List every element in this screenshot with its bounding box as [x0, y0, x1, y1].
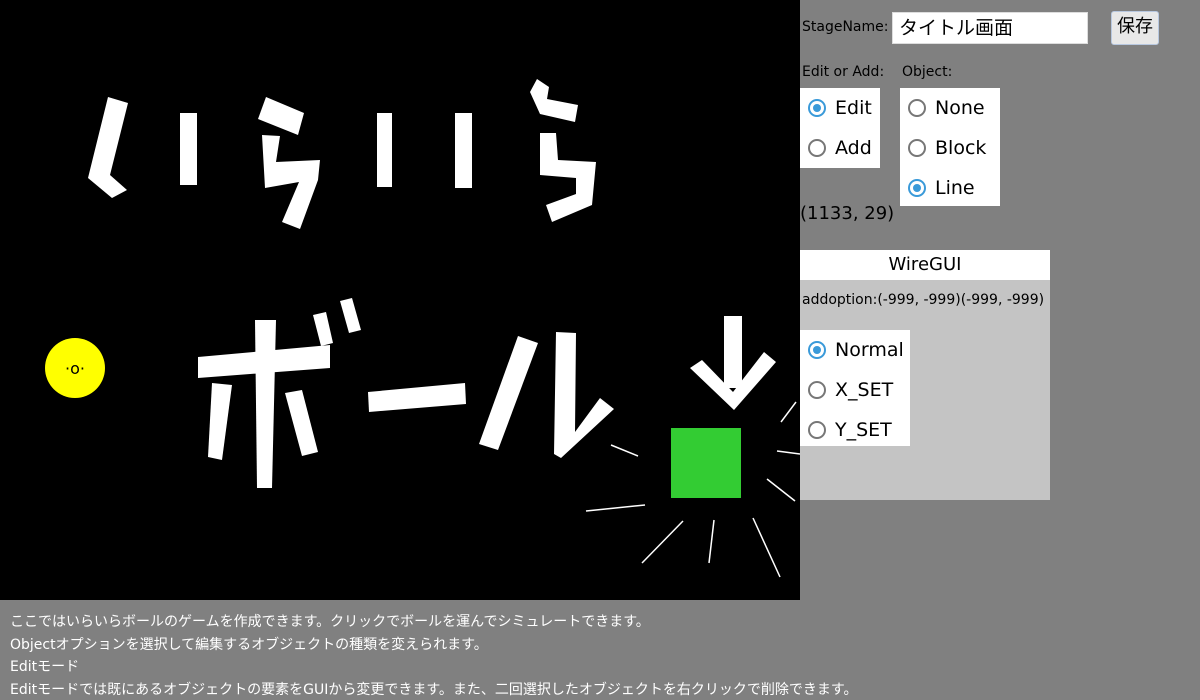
- radio-block[interactable]: Block: [900, 128, 1000, 168]
- wall-block[interactable]: [258, 97, 304, 135]
- radio-label: Edit: [835, 97, 872, 119]
- description-line: Objectオプションを選択して編集するオブジェクトの種類を変えられます。: [10, 636, 488, 653]
- radio-unselected-icon[interactable]: [908, 139, 926, 157]
- burst-line: [776, 450, 800, 455]
- radio-selected-icon[interactable]: [808, 341, 826, 359]
- radio-line[interactable]: Line: [900, 168, 1000, 208]
- wire-radio-group: Normal X_SET Y_SET: [800, 330, 910, 446]
- radio-selected-icon[interactable]: [908, 179, 926, 197]
- radio-unselected-icon[interactable]: [808, 421, 826, 439]
- wall-block[interactable]: [377, 113, 392, 187]
- object-label: Object:: [902, 64, 953, 80]
- title-line1-blocks[interactable]: [88, 79, 596, 229]
- wire-gui-title: WireGUI: [800, 250, 1050, 280]
- addoption-readout: addoption:(-999, -999)(-999, -999): [802, 292, 1045, 308]
- wall-block[interactable]: [724, 316, 742, 388]
- wall-block[interactable]: [455, 113, 472, 188]
- wall-block[interactable]: [554, 332, 614, 458]
- burst-line: [752, 517, 781, 578]
- radio-edit[interactable]: Edit: [800, 88, 880, 128]
- burst-line: [610, 444, 639, 457]
- radio-label: X_SET: [835, 379, 894, 401]
- mode-radio-group: Edit Add: [800, 88, 880, 168]
- cursor-coordinate-readout: (1133, 29): [800, 203, 895, 224]
- description-line: ここではいらいらボールのゲームを作成できます。クリックでボールを運んでシミュレー…: [10, 614, 650, 630]
- burst-line: [641, 520, 684, 564]
- radio-x-set[interactable]: X_SET: [800, 370, 910, 410]
- app-root: ·o· StageName: タイトル画面 保存 Edit or Add: Ob…: [0, 0, 1200, 700]
- wall-block[interactable]: [180, 113, 197, 185]
- goal-block[interactable]: [671, 428, 741, 498]
- wall-block[interactable]: [88, 97, 128, 198]
- stage-name-label: StageName:: [802, 19, 889, 35]
- burst-line: [766, 478, 796, 502]
- wire-gui-panel: WireGUI addoption:(-999, -999)(-999, -99…: [800, 250, 1050, 500]
- burst-line: [780, 401, 797, 423]
- radio-selected-icon[interactable]: [808, 99, 826, 117]
- wall-block[interactable]: [540, 133, 596, 222]
- wall-block[interactable]: [285, 390, 318, 456]
- radio-label: Block: [935, 137, 987, 159]
- player-ball[interactable]: ·o·: [45, 338, 105, 398]
- description-line: Editモードでは既にあるオブジェクトの要素をGUIから変更できます。また、二回…: [10, 681, 858, 698]
- radio-label: None: [935, 97, 985, 119]
- wall-block[interactable]: [340, 298, 361, 333]
- description-text: ここではいらいらボールのゲームを作成できます。クリックでボールを運んでシミュレー…: [10, 611, 858, 700]
- ball-face: ·o·: [65, 359, 85, 378]
- radio-unselected-icon[interactable]: [808, 139, 826, 157]
- burst-line: [585, 504, 646, 512]
- stage-canvas[interactable]: ·o·: [0, 0, 800, 600]
- save-button[interactable]: 保存: [1111, 11, 1159, 45]
- radio-none[interactable]: None: [900, 88, 1000, 128]
- wall-block[interactable]: [368, 383, 466, 412]
- radio-label: Y_SET: [835, 419, 892, 441]
- game-stage[interactable]: ·o·: [0, 0, 800, 600]
- radio-unselected-icon[interactable]: [808, 381, 826, 399]
- wall-block[interactable]: [530, 79, 578, 122]
- radio-normal[interactable]: Normal: [800, 330, 910, 370]
- radio-label: Add: [835, 137, 872, 159]
- wall-block[interactable]: [208, 383, 232, 460]
- stage-name-input[interactable]: タイトル画面: [892, 12, 1088, 44]
- burst-line: [708, 519, 715, 564]
- wall-block[interactable]: [313, 312, 333, 346]
- radio-label: Normal: [835, 339, 904, 361]
- radio-y-set[interactable]: Y_SET: [800, 410, 910, 450]
- radio-label: Line: [935, 177, 975, 199]
- object-radio-group: None Block Line: [900, 88, 1000, 206]
- wall-block[interactable]: [262, 135, 320, 229]
- description-line: Editモード: [10, 659, 80, 675]
- wall-block[interactable]: [255, 320, 276, 488]
- radio-add[interactable]: Add: [800, 128, 880, 168]
- wall-block[interactable]: [479, 336, 538, 450]
- edit-or-add-label: Edit or Add:: [802, 64, 885, 80]
- radio-unselected-icon[interactable]: [908, 99, 926, 117]
